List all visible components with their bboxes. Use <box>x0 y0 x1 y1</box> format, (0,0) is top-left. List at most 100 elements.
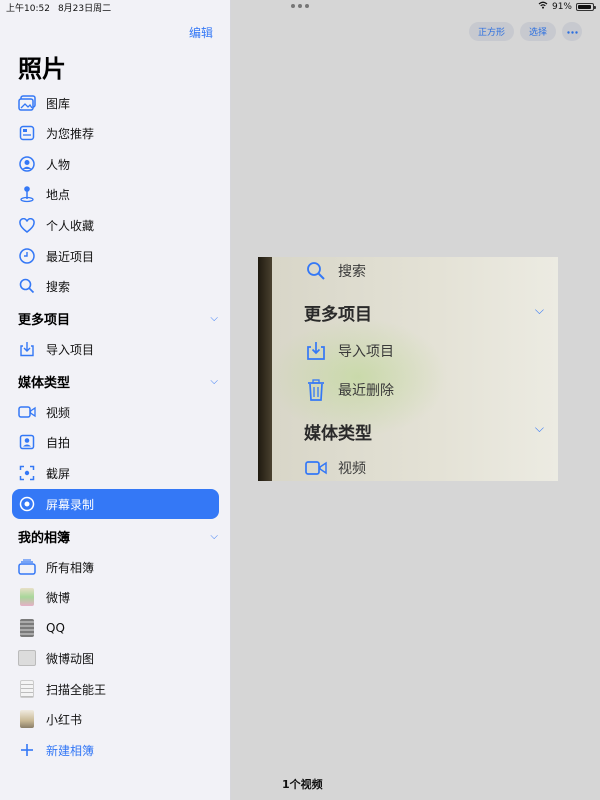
for-you-icon <box>16 123 38 143</box>
screen-recording-icon <box>16 494 38 514</box>
sidebar-item-label: 图库 <box>46 96 71 111</box>
edit-button[interactable]: 编辑 <box>189 24 213 41</box>
sidebar-item-label: 自拍 <box>46 435 71 450</box>
all-albums-icon <box>16 557 38 577</box>
sidebar-item-places[interactable]: 地点 <box>12 179 219 209</box>
chevron-down-icon[interactable]: ⌵ <box>210 376 218 387</box>
status-date: 8月23日周二 <box>57 4 112 14</box>
battery-level-fill <box>578 4 591 9</box>
sidebar-item-screen-recordings[interactable]: 屏幕录制 <box>12 489 219 519</box>
album-thumbnail <box>16 679 38 699</box>
ellipsis-icon <box>566 27 578 37</box>
photo-text: 最近删除 <box>338 383 394 399</box>
sidebar-item-label: 最近项目 <box>46 249 95 264</box>
plus-icon <box>16 740 38 760</box>
sidebar-item-label: QQ <box>46 621 65 635</box>
select-button[interactable]: 选择 <box>520 22 557 41</box>
wifi-icon <box>538 1 548 12</box>
sidebar-item-label: 屏幕录制 <box>46 497 95 512</box>
sidebar-item-search[interactable]: 搜索 <box>12 271 219 301</box>
toolbar: 正方形 选择 <box>469 22 583 41</box>
sidebar-item-recents[interactable]: 最近项目 <box>12 241 219 271</box>
sidebar-item-label: 导入项目 <box>46 342 95 357</box>
photo-section-media: 媒体类型 <box>304 424 372 444</box>
status-time: 上午10:52 <box>6 4 50 14</box>
sidebar-item-label: 微博 <box>46 590 71 605</box>
chevron-down-icon[interactable]: ⌵ <box>210 313 218 324</box>
sidebar-item-videos[interactable]: 视频 <box>12 397 219 427</box>
heart-icon <box>16 215 38 235</box>
photo-text: 视频 <box>338 461 366 477</box>
sidebar-item-for-you[interactable]: 为您推荐 <box>12 118 219 148</box>
sidebar-item-album-camscanner[interactable]: 扫描全能王 <box>12 674 219 704</box>
sidebar-item-library[interactable]: 图库 <box>12 88 219 118</box>
square-button[interactable]: 正方形 <box>469 22 515 41</box>
item-count: 1个视频 <box>282 778 323 791</box>
sidebar-item-label: 为您推荐 <box>46 126 95 141</box>
status-time-date: 上午10:52 8月23日周二 <box>6 1 119 14</box>
sidebar-item-album-weibo[interactable]: 微博 <box>12 582 219 612</box>
import-icon <box>304 341 328 361</box>
sidebar-item-label: 搜索 <box>46 279 71 294</box>
multitasking-dots-icon[interactable] <box>291 4 309 8</box>
section-title: 我的相簿 <box>18 530 71 546</box>
photo-text: 导入项目 <box>338 344 394 360</box>
sidebar-item-label: 个人收藏 <box>46 218 95 233</box>
status-indicators: 91% <box>538 1 596 12</box>
photo-row-video: 视频 <box>304 458 366 478</box>
trash-icon <box>304 379 328 401</box>
sidebar-item-label: 所有相簿 <box>46 560 95 575</box>
album-thumbnail <box>16 648 38 668</box>
section-title: 更多项目 <box>18 312 71 328</box>
video-icon <box>304 460 328 476</box>
more-options-button[interactable] <box>562 22 583 41</box>
sidebar-item-album-xiaohongshu[interactable]: 小红书 <box>12 704 219 734</box>
search-icon <box>304 261 328 281</box>
sidebar-item-favorites[interactable]: 个人收藏 <box>12 210 219 240</box>
people-icon <box>16 154 38 174</box>
battery-percent: 91% <box>551 1 572 12</box>
photo-row-search: 搜索 <box>304 261 366 281</box>
photo-row-recently-deleted: 最近删除 <box>304 379 394 401</box>
photo-edge-shadow <box>258 257 272 481</box>
sidebar-item-album-qq[interactable]: QQ <box>12 613 219 643</box>
chevron-down-icon: ⌵ <box>534 303 544 317</box>
clock-icon <box>16 246 38 266</box>
screenshot-icon <box>16 463 38 483</box>
sidebar-item-label: 地点 <box>46 187 71 202</box>
sidebar-item-label: 微博动图 <box>46 651 95 666</box>
video-icon <box>16 402 38 422</box>
new-album-button[interactable]: 新建相簿 <box>12 735 219 765</box>
album-thumbnail <box>16 587 38 607</box>
page-title: 照片 <box>18 55 66 83</box>
album-thumbnail <box>16 709 38 729</box>
video-thumbnail[interactable]: 搜索 更多项目 ⌵ 导入项目 最近删除 媒体类型 ⌵ 视频 <box>258 257 558 481</box>
search-icon <box>16 276 38 296</box>
sidebar-item-selfies[interactable]: 自拍 <box>12 427 219 457</box>
photo-row-import: 导入项目 <box>304 341 394 361</box>
sidebar-item-import[interactable]: 导入项目 <box>12 334 219 364</box>
places-icon <box>16 184 38 204</box>
battery-icon <box>576 2 596 11</box>
sidebar-item-label: 截屏 <box>46 466 71 481</box>
photo-text: 搜索 <box>338 264 366 280</box>
import-icon <box>16 339 38 359</box>
new-album-label: 新建相簿 <box>46 743 95 758</box>
selfie-icon <box>16 432 38 452</box>
sidebar-item-label: 扫描全能王 <box>46 682 107 697</box>
sidebar-item-label: 视频 <box>46 405 71 420</box>
chevron-down-icon[interactable]: ⌵ <box>210 531 218 542</box>
album-thumbnail <box>16 618 38 638</box>
sidebar-item-label: 人物 <box>46 157 71 172</box>
chevron-down-icon: ⌵ <box>534 421 544 435</box>
sidebar-item-people[interactable]: 人物 <box>12 149 219 179</box>
sidebar-item-album-weibo-gif[interactable]: 微博动图 <box>12 643 219 673</box>
section-header-albums[interactable]: 我的相簿 ⌵ <box>18 524 218 548</box>
sidebar-item-label: 小红书 <box>46 712 83 727</box>
section-header-media[interactable]: 媒体类型 ⌵ <box>18 369 218 393</box>
sidebar: 上午10:52 8月23日周二 编辑 照片 图库 为您推荐 人物 地点 个人收藏 … <box>0 0 231 800</box>
section-header-more[interactable]: 更多项目 ⌵ <box>18 306 218 330</box>
photo-section-more: 更多项目 <box>304 305 372 325</box>
sidebar-item-all-albums[interactable]: 所有相簿 <box>12 552 219 582</box>
sidebar-item-screenshots[interactable]: 截屏 <box>12 458 219 488</box>
